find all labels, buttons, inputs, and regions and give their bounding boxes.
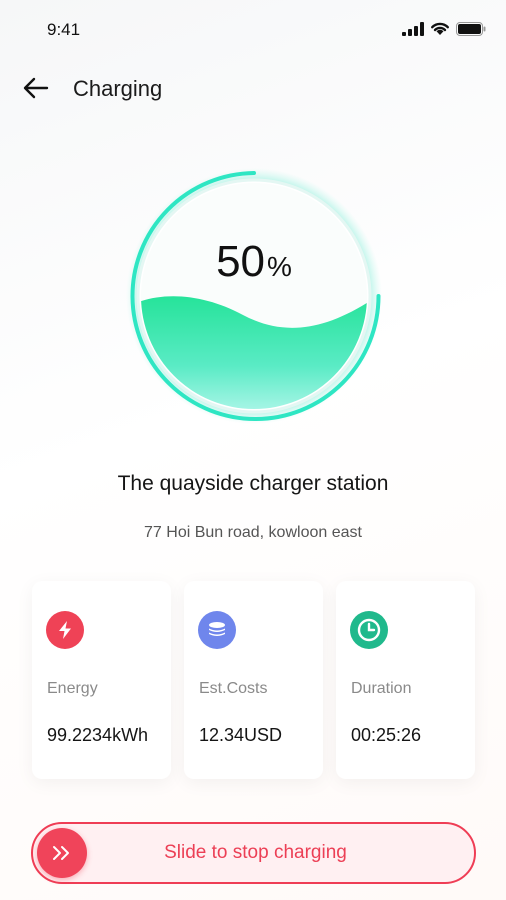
status-bar: 9:41 xyxy=(0,0,506,60)
lightning-icon xyxy=(46,611,84,649)
station-name: The quayside charger station xyxy=(117,472,389,495)
charge-percent-symbol: % xyxy=(267,251,292,282)
back-button[interactable] xyxy=(20,72,52,104)
energy-value: 99.2234kWh xyxy=(47,725,149,745)
page-title: Charging xyxy=(73,76,163,101)
station-address: 77 Hoi Bun road, kowloon east xyxy=(144,524,362,541)
costs-value: 12.34USD xyxy=(199,725,283,745)
battery-icon xyxy=(456,21,486,36)
coins-icon xyxy=(198,611,236,649)
status-icons xyxy=(402,21,486,36)
gauge-graphic xyxy=(126,168,382,424)
duration-value: 00:25:26 xyxy=(351,725,422,745)
charge-gauge: 50% xyxy=(121,163,387,429)
status-time: 9:41 xyxy=(47,20,81,39)
charge-percentage: 50% xyxy=(121,237,387,287)
stats-cards: Energy 99.2234kWh Est.Costs 12.34USD Dur… xyxy=(32,581,475,779)
slider-label: Slide to stop charging xyxy=(164,842,347,863)
wifi-icon xyxy=(431,22,449,35)
costs-label: Est.Costs xyxy=(199,680,268,697)
signal-icon xyxy=(402,21,424,36)
costs-card: Est.Costs 12.34USD xyxy=(184,581,323,779)
clock-icon xyxy=(350,611,388,649)
duration-card: Duration 00:25:26 xyxy=(336,581,475,779)
energy-card: Energy 99.2234kWh xyxy=(32,581,171,779)
energy-label: Energy xyxy=(47,680,98,697)
duration-label: Duration xyxy=(351,680,412,697)
header: Charging xyxy=(0,66,506,110)
stop-charging-slider[interactable]: Slide to stop charging xyxy=(31,822,476,884)
charge-percent-value: 50 xyxy=(216,237,266,286)
arrow-left-icon xyxy=(23,77,49,99)
